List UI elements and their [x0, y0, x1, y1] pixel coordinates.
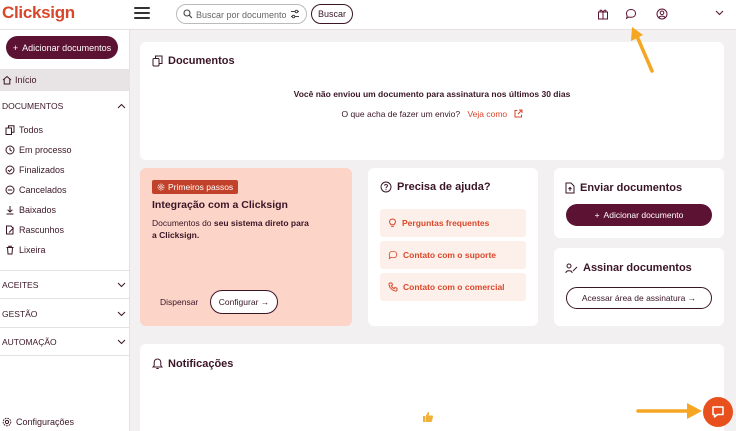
check-circle-icon — [5, 165, 15, 175]
section-documentos[interactable]: DOCUMENTOS — [2, 101, 126, 111]
divider — [0, 355, 130, 356]
divider — [0, 270, 130, 271]
section-gestao[interactable]: GESTÃO — [2, 309, 126, 319]
first-steps-badge: Primeiros passos — [152, 180, 239, 194]
configure-button[interactable]: Configurar → — [210, 290, 278, 314]
chevron-down-icon — [117, 339, 126, 345]
empty-documents-message: Você não enviou um documento para assina… — [293, 89, 571, 99]
trash-icon — [6, 245, 14, 255]
sign-documents-card: Assinar documentos Acessar área de assin… — [554, 248, 724, 326]
chevron-down-icon — [117, 311, 126, 317]
section-aceites[interactable]: ACEITES — [2, 280, 126, 290]
sidebar-item-finalizados[interactable]: Finalizados — [5, 165, 65, 175]
search-input[interactable] — [196, 8, 286, 21]
chevron-down-icon — [117, 282, 126, 288]
add-document-button[interactable]: + Adicionar documento — [566, 204, 712, 226]
sales-contact-link[interactable]: Contato com o comercial — [380, 273, 526, 301]
external-link-icon — [514, 109, 523, 118]
gear-icon — [157, 183, 165, 191]
help-title: Precisa de ajuda? — [380, 181, 491, 193]
sidebar-item-baixados[interactable]: Baixados — [5, 205, 56, 215]
notifications-title: Notificações — [152, 358, 233, 370]
help-card: Precisa de ajuda? Perguntas frequentes C… — [368, 168, 538, 326]
thumbs-up-icon — [423, 412, 434, 422]
search-box — [176, 4, 307, 24]
divider — [0, 298, 130, 299]
clock-icon — [5, 145, 15, 155]
send-documents-card: Enviar documentos + Adicionar documento — [554, 168, 724, 238]
search-icon — [183, 9, 193, 19]
cancel-circle-icon — [5, 185, 15, 195]
chat-widget-button[interactable] — [703, 397, 733, 427]
plus-icon: + — [594, 210, 600, 220]
documents-icon — [152, 55, 163, 67]
gear-icon — [2, 417, 12, 427]
section-automacao[interactable]: AUTOMAÇÃO — [2, 337, 126, 347]
sidebar-item-settings[interactable]: Configurações — [2, 417, 74, 427]
integration-description: Documentos do seu sistema direto para a … — [152, 218, 309, 240]
sidebar-item-cancelados[interactable]: Cancelados — [5, 185, 67, 195]
user-icon[interactable] — [656, 8, 668, 20]
help-circle-icon — [380, 181, 392, 193]
gift-icon[interactable] — [597, 8, 609, 20]
search-button[interactable]: Buscar — [311, 4, 353, 24]
sidebar-item-home[interactable]: Início — [0, 69, 130, 91]
chevron-up-icon — [117, 103, 126, 109]
sign-documents-title: Assinar documentos — [565, 262, 692, 274]
chat-icon — [388, 250, 398, 260]
sidebar-item-lixeira[interactable]: Lixeira — [5, 245, 46, 255]
support-contact-link[interactable]: Contato com o suporte — [380, 241, 526, 269]
sidebar: + Adicionar documentos Início DOCUMENTOS … — [0, 30, 130, 431]
documents-title: Documentos — [152, 55, 235, 67]
annotation-arrow-icon — [631, 27, 654, 73]
phone-icon — [388, 282, 398, 292]
home-icon — [2, 75, 12, 85]
sidebar-item-rascunhos[interactable]: Rascunhos — [5, 225, 64, 235]
draft-icon — [6, 225, 15, 235]
faq-link[interactable]: Perguntas frequentes — [380, 209, 526, 237]
lightbulb-icon — [388, 218, 397, 227]
copy-icon — [5, 125, 15, 135]
feedback-row: O que acha de fazer um envio? Veja como — [140, 109, 724, 119]
menu-icon[interactable] — [134, 7, 150, 19]
filter-icon[interactable] — [290, 9, 300, 19]
onboarding-card: Primeiros passos Integração com a Clicks… — [140, 168, 352, 326]
sidebar-item-todos[interactable]: Todos — [5, 125, 43, 135]
chevron-down-icon[interactable] — [715, 10, 724, 16]
download-icon — [6, 206, 14, 215]
add-documents-button[interactable]: + Adicionar documentos — [6, 36, 118, 59]
access-signing-area-button[interactable]: Acessar área de assinatura → — [566, 287, 712, 309]
see-how-link[interactable]: Veja como — [467, 109, 523, 119]
divider — [0, 327, 130, 328]
signature-icon — [565, 263, 578, 273]
top-header: Clicksign Buscar — [0, 0, 736, 30]
plus-icon: + — [12, 42, 19, 53]
bell-icon — [152, 358, 163, 369]
chat-icon[interactable] — [625, 8, 637, 20]
chat-bubble-icon — [712, 406, 724, 418]
integration-title: Integração com a Clicksign — [152, 199, 288, 211]
sidebar-item-em-processo[interactable]: Em processo — [5, 145, 72, 155]
dismiss-button[interactable]: Dispensar — [160, 297, 198, 307]
send-documents-title: Enviar documentos — [565, 182, 682, 194]
clicksign-logo[interactable]: Clicksign — [2, 3, 75, 23]
annotation-arrow-icon — [636, 403, 702, 419]
file-upload-icon — [565, 182, 575, 194]
